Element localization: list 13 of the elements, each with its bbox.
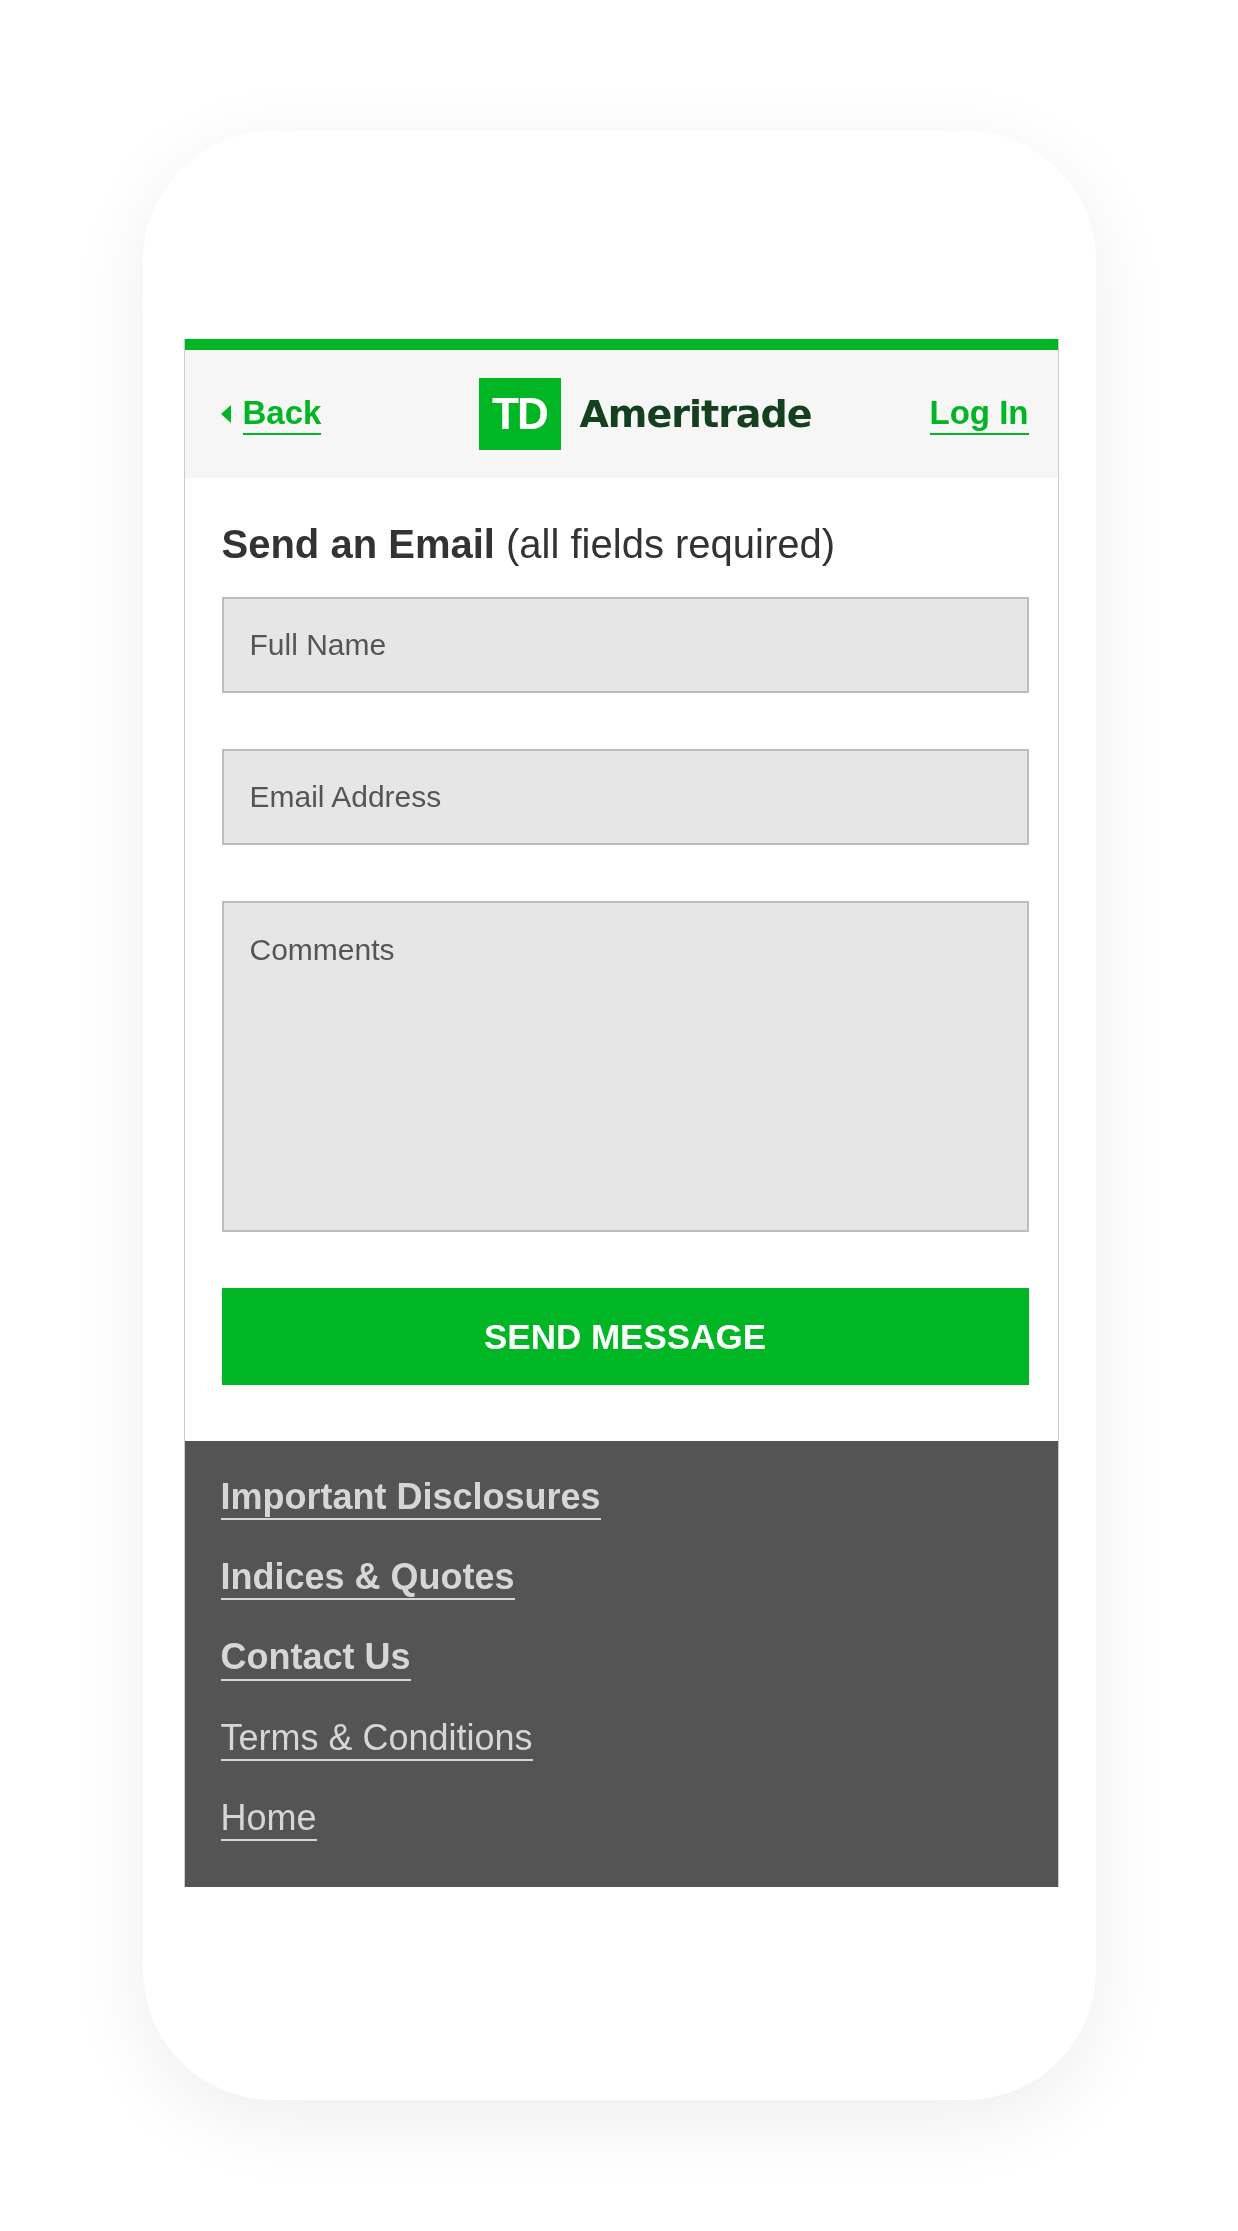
footer-link[interactable]: Contact Us bbox=[220, 1635, 411, 1681]
comments-field[interactable]: Comments bbox=[221, 901, 1029, 1232]
footer-link[interactable]: Important Disclosures bbox=[220, 1475, 601, 1521]
caret-icon bbox=[220, 405, 231, 423]
text-field[interactable]: Email Address bbox=[221, 749, 1029, 845]
form-title: Send an Email (all fields required) bbox=[221, 522, 837, 567]
send-button[interactable]: SEND MESSAGE bbox=[221, 1288, 1029, 1385]
footer-link[interactable]: Terms & Conditions bbox=[220, 1715, 533, 1761]
logo-name: Ameritrade bbox=[579, 392, 812, 436]
footer-link[interactable]: Home bbox=[220, 1795, 317, 1841]
logo-mark: TD bbox=[479, 378, 562, 450]
text-field[interactable]: Full Name bbox=[221, 597, 1029, 693]
footer-link[interactable]: Indices & Quotes bbox=[220, 1555, 515, 1601]
